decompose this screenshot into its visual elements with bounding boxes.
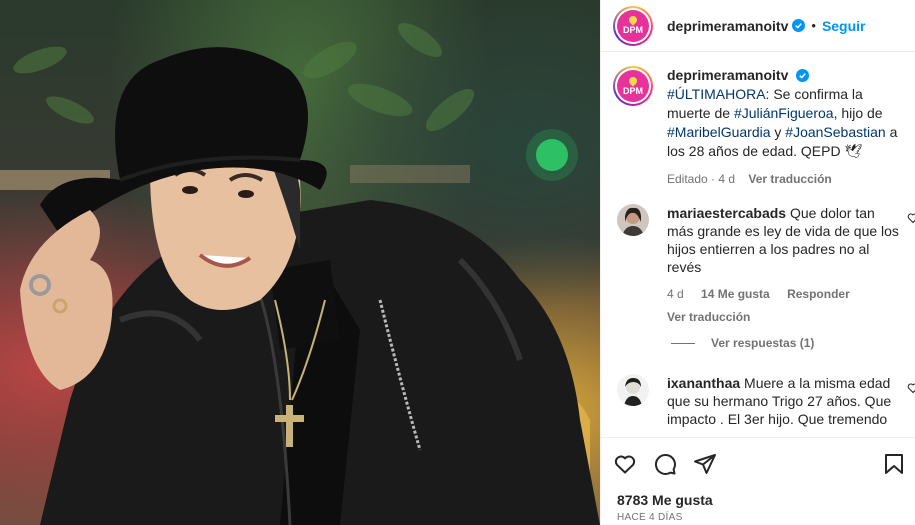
comment-body: ixananthaa Muere a la misma edad que su … <box>667 374 899 428</box>
photo-illustration <box>0 22 600 525</box>
comment-likes[interactable]: 14 Me gusta <box>701 287 770 301</box>
follow-button[interactable]: Seguir <box>822 18 866 34</box>
hashtag-link[interactable]: #JoanSebastian <box>785 124 885 140</box>
caption-meta: Editado · 4 d Ver traducción <box>667 170 904 189</box>
post-timestamp[interactable]: HACE 4 DÍAS <box>617 512 683 523</box>
replies-divider <box>671 342 695 344</box>
hashtag-link[interactable]: #MaribelGuardia <box>667 124 771 140</box>
avatar-logo-icon <box>627 14 639 26</box>
avatar-logo-text: DPM <box>623 25 643 35</box>
author-username[interactable]: deprimeramanoitv <box>667 18 788 34</box>
comment-body: mariaestercabads Que dolor tan más grand… <box>667 204 899 326</box>
verified-icon <box>792 19 806 32</box>
comment-item: ixananthaa Muere a la misma edad que su … <box>601 374 915 428</box>
comment-like-heart-icon[interactable] <box>907 382 915 394</box>
translate-link[interactable]: Ver traducción <box>667 308 899 326</box>
comment-icon[interactable] <box>653 452 677 476</box>
commenter-username[interactable]: mariaestercabads <box>667 205 786 221</box>
post-header: DPM deprimeramanoitv • Seguir <box>601 0 915 52</box>
comment-date: 4 d <box>667 287 684 301</box>
commenter-avatar[interactable] <box>617 204 649 236</box>
heart-icon[interactable] <box>613 452 637 476</box>
hashtag-link[interactable]: #JuliánFigueroa <box>734 105 834 121</box>
author-avatar[interactable]: DPM <box>613 5 653 46</box>
post-sidebar: DPM deprimeramanoitv • Seguir DPM deprim… <box>600 0 915 525</box>
post-actions <box>601 437 915 489</box>
save-icon[interactable] <box>882 452 906 476</box>
caption-avatar[interactable]: DPM <box>613 66 653 106</box>
comment-item: mariaestercabads Que dolor tan más grand… <box>601 204 915 326</box>
comments-scroll[interactable]: DPM deprimeramanoitv #ÚLTIMAHORA: Se con… <box>601 52 915 437</box>
view-replies-button[interactable]: Ver respuestas (1) <box>671 336 814 350</box>
post-caption: DPM deprimeramanoitv #ÚLTIMAHORA: Se con… <box>601 52 915 189</box>
commenter-avatar[interactable] <box>617 374 649 406</box>
caption-text: y <box>770 124 786 140</box>
separator-dot: • <box>811 18 816 33</box>
view-replies-label: Ver respuestas (1) <box>711 336 815 350</box>
comment-like-heart-icon[interactable] <box>907 212 915 224</box>
caption-body: deprimeramanoitv #ÚLTIMAHORA: Se confirm… <box>667 66 904 189</box>
avatar-logo-icon <box>627 74 639 87</box>
commenter-username[interactable]: ixananthaa <box>667 375 740 391</box>
comment-meta: 4 d 14 Me gusta Responder <box>667 285 899 303</box>
avatar-logo-text: DPM <box>623 85 643 96</box>
like-count[interactable]: 8783 Me gusta <box>617 492 713 508</box>
verified-icon <box>796 69 810 82</box>
translate-link[interactable]: Ver traducción <box>748 172 831 186</box>
caption-username[interactable]: deprimeramanoitv <box>667 67 788 83</box>
hashtag-link[interactable]: #ÚLTIMAHORA <box>667 86 766 102</box>
reply-button[interactable]: Responder <box>787 287 850 301</box>
caption-text: , hijo de <box>833 105 883 121</box>
share-icon[interactable] <box>693 452 717 476</box>
post-photo[interactable] <box>0 0 600 525</box>
edited-label: Editado · 4 d <box>667 172 736 186</box>
